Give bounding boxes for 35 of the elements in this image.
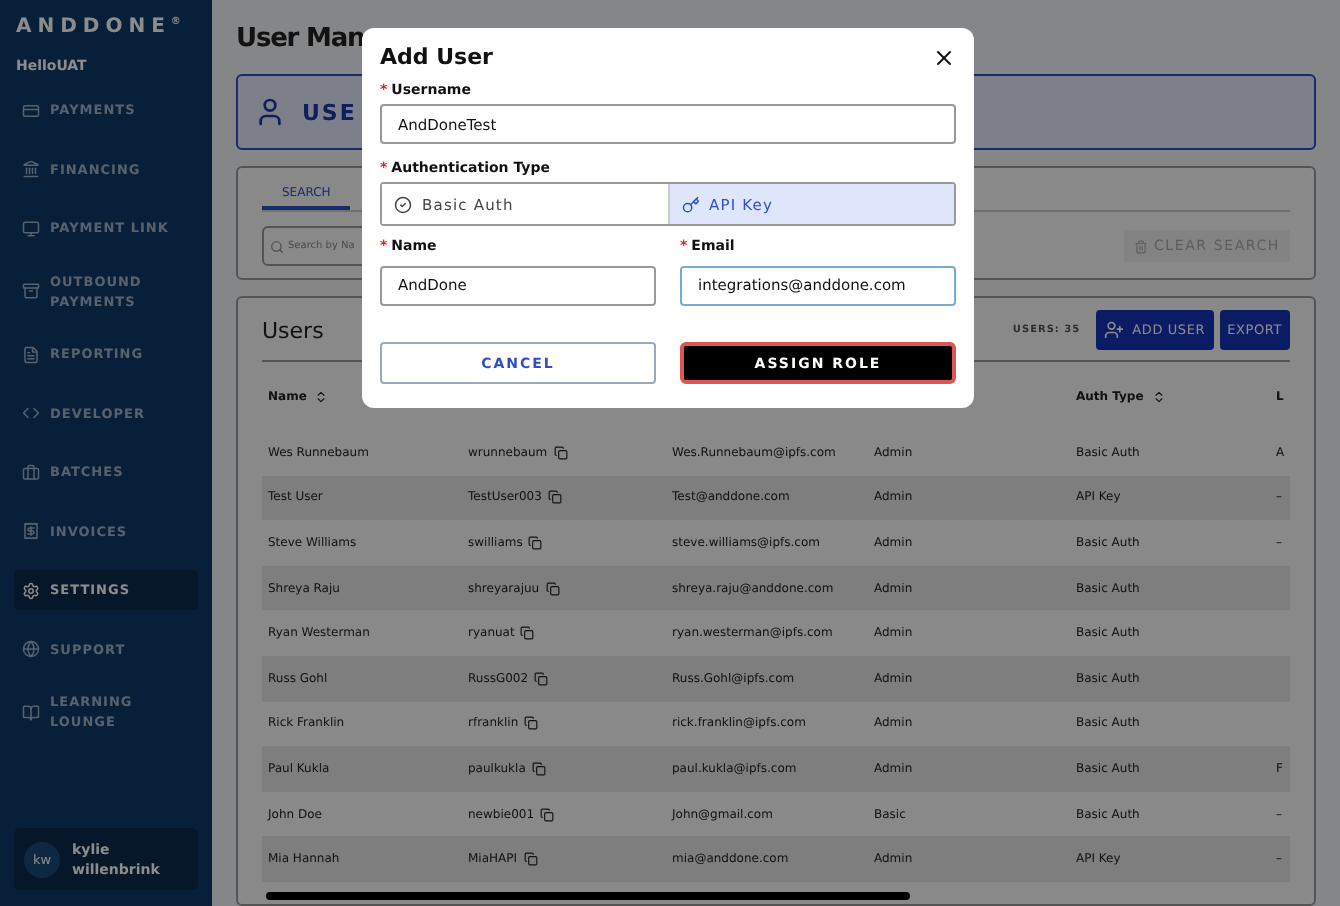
user-plus-icon: [1104, 320, 1125, 340]
trash-icon: [1133, 239, 1148, 253]
copy-icon[interactable]: [520, 626, 535, 641]
code-icon: [22, 404, 40, 422]
copy-icon[interactable]: [528, 535, 543, 550]
close-button[interactable]: [932, 45, 956, 69]
copy-icon[interactable]: [547, 490, 562, 505]
copy-icon[interactable]: [540, 807, 555, 822]
copy-icon[interactable]: [524, 716, 539, 731]
globe-icon: [22, 640, 40, 658]
sort-icon[interactable]: [1151, 389, 1166, 403]
table-title: Users: [262, 317, 324, 343]
page-title: User Man: [236, 24, 367, 54]
book-icon: [22, 703, 40, 721]
copy-icon[interactable]: [534, 671, 549, 686]
copy-icon[interactable]: [545, 581, 560, 596]
scrollbar[interactable]: [266, 892, 910, 900]
dialog-title: Add User: [380, 44, 493, 70]
section-label: USE: [302, 99, 357, 125]
search-icon: [270, 239, 284, 253]
check-circle-icon: [394, 195, 412, 213]
copy-icon[interactable]: [531, 761, 546, 776]
copy-icon[interactable]: [553, 445, 568, 460]
bank-icon: [22, 160, 40, 178]
key-icon: [681, 195, 699, 213]
document-icon: [22, 345, 40, 363]
copy-icon[interactable]: [523, 852, 538, 867]
briefcase-icon: [22, 463, 40, 481]
receipt-icon: [22, 522, 40, 540]
sort-icon[interactable]: [314, 389, 329, 403]
monitor-icon: [22, 219, 40, 237]
settings-icon: [22, 581, 40, 599]
user-icon: [254, 96, 286, 128]
archive-icon: [22, 282, 40, 300]
card-icon: [22, 101, 40, 119]
